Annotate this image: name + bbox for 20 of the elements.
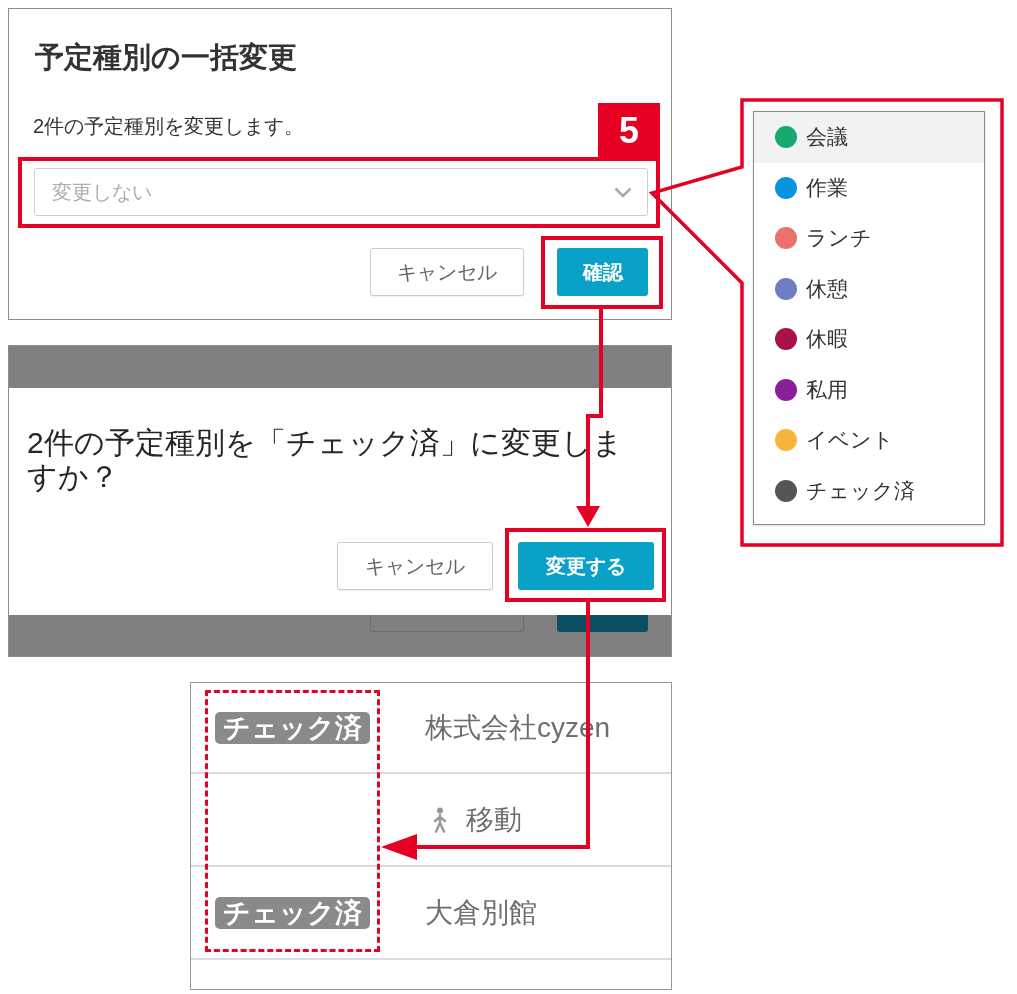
status-tag: チェック済 — [215, 896, 370, 929]
dropdown-option[interactable]: 作業 — [754, 162, 984, 213]
schedule-title: 移動 — [466, 802, 522, 837]
dialog-title: 予定種別の一括変更 — [35, 40, 297, 75]
dialog-message: 2件の予定種別を「チェック済」に変更しますか？ — [27, 426, 624, 494]
schedule-title: 大倉別館 — [425, 895, 537, 930]
chevron-down-icon — [614, 186, 632, 198]
dialog-message: 2件の予定種別を変更します。 — [33, 114, 305, 139]
cancel-button[interactable]: キャンセル — [337, 542, 493, 590]
cancel-button[interactable]: キャンセル — [370, 248, 524, 296]
dropdown-option[interactable]: ランチ — [754, 213, 984, 264]
dropdown-option[interactable]: 会議 — [754, 112, 984, 163]
dropdown-option[interactable]: 休暇 — [754, 314, 984, 365]
status-tag: チェック済 — [215, 711, 370, 744]
dropdown-option[interactable]: 休憩 — [754, 263, 984, 314]
step-number-badge: 5 — [598, 103, 660, 158]
dropdown-option[interactable]: チェック済 — [754, 465, 984, 516]
dropdown-option[interactable]: イベント — [754, 415, 984, 466]
walking-person-icon — [432, 806, 448, 833]
dropdown-option[interactable]: 私用 — [754, 364, 984, 415]
